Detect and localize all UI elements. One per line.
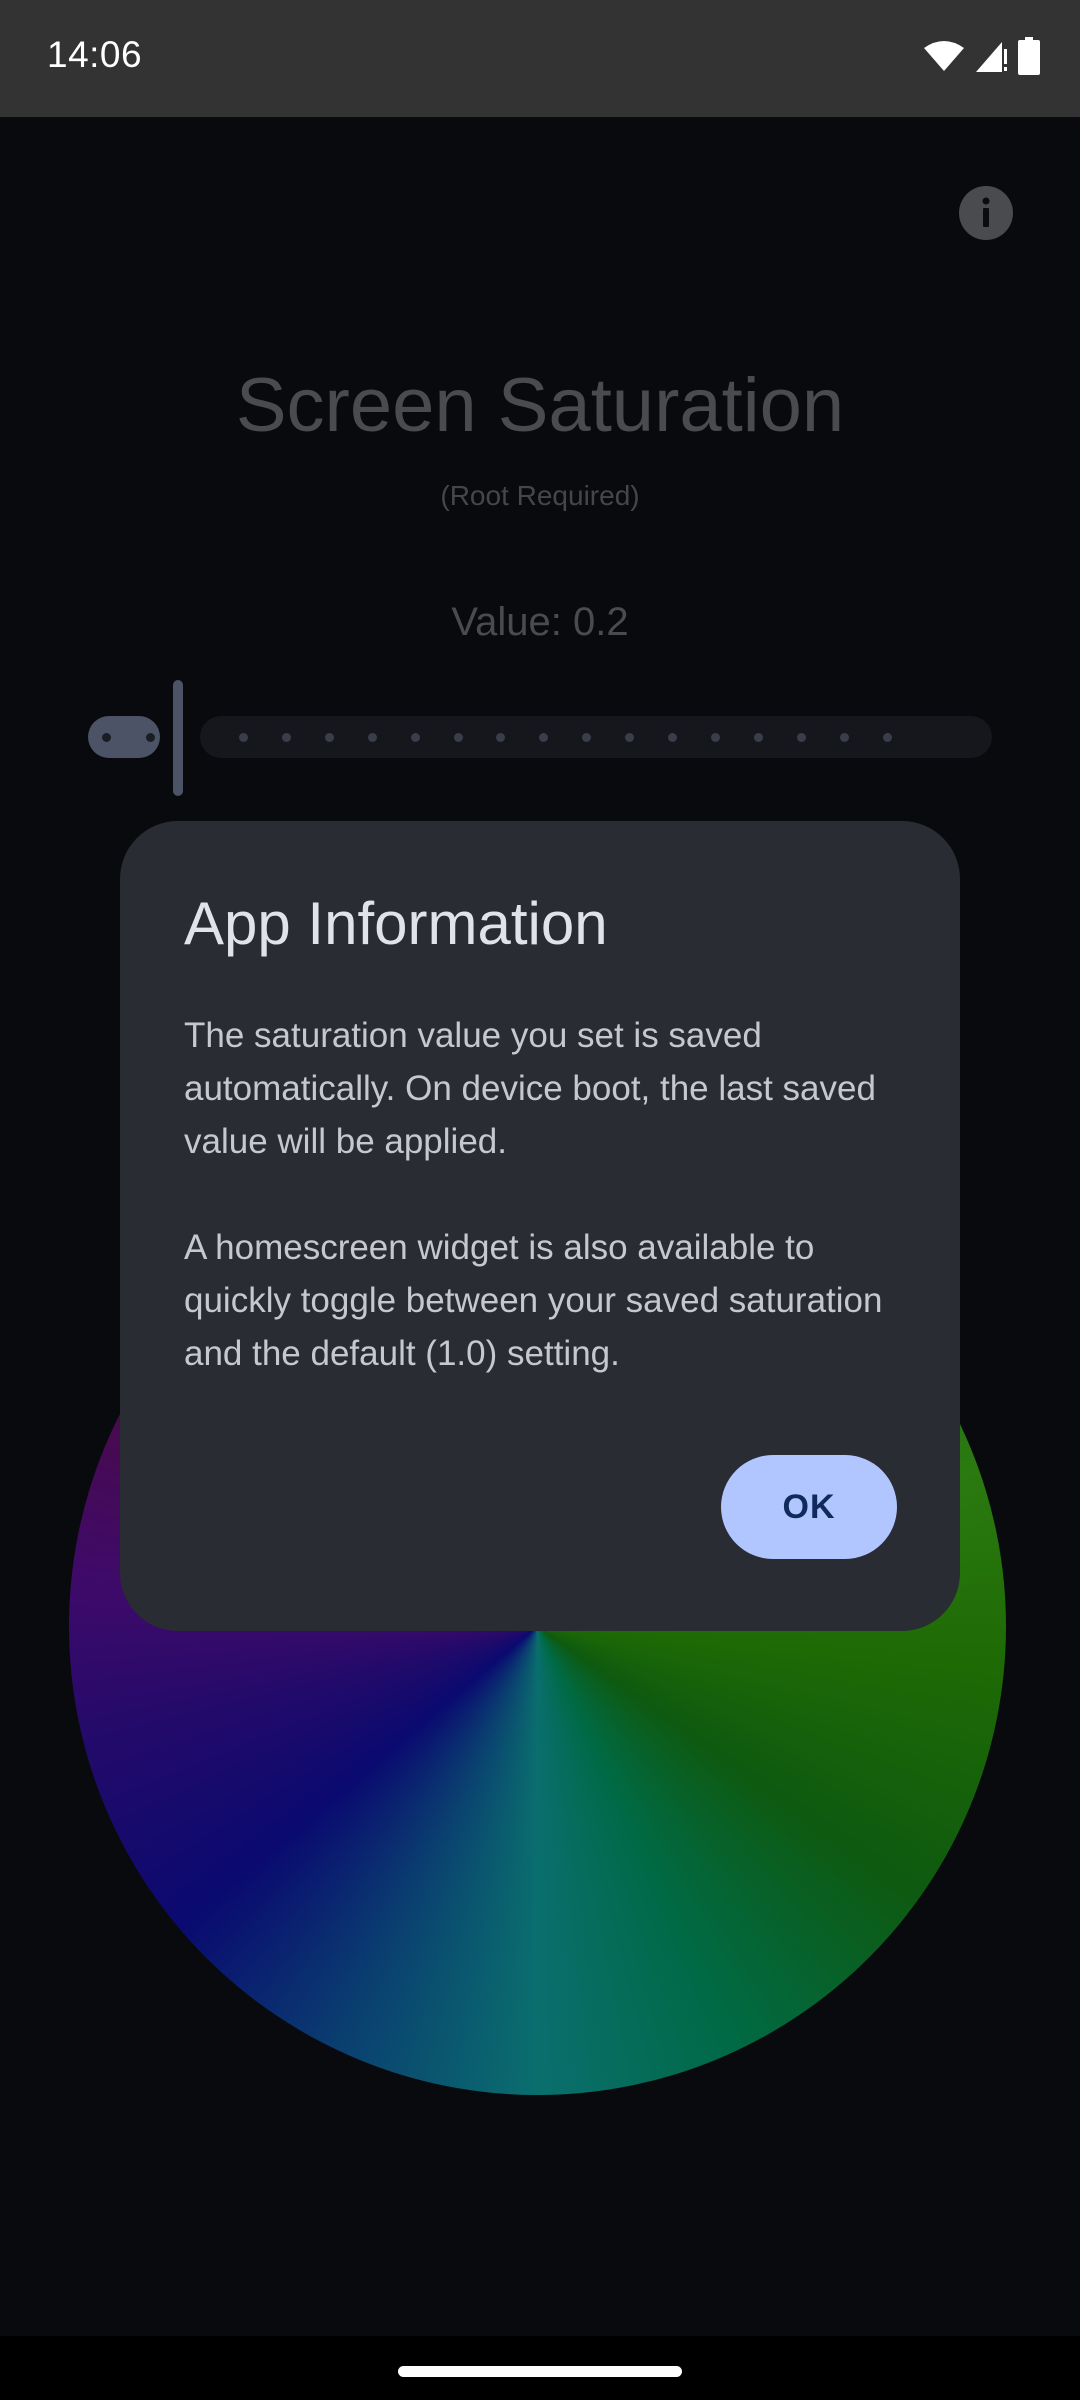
slider-tick [710, 733, 720, 742]
slider-tick [753, 733, 763, 742]
slider-active-tick [146, 733, 155, 742]
dialog-body: The saturation value you set is saved au… [184, 1009, 904, 1433]
slider-tick [796, 733, 806, 742]
slider-tick [539, 733, 549, 742]
ok-button[interactable]: OK [721, 1455, 897, 1559]
value-label: Value: 0.2 [451, 600, 629, 644]
saturation-slider[interactable] [88, 676, 992, 796]
root-required-note: (Root Required) [440, 480, 640, 511]
dialog-paragraph-autosave: The saturation value you set is saved au… [184, 1016, 876, 1161]
dialog-paragraph-widget: A homescreen widget is also available to… [184, 1228, 883, 1373]
slider-thumb[interactable] [173, 680, 183, 796]
slider-tick [324, 733, 334, 742]
info-icon [959, 186, 1013, 240]
slider-start-dot [102, 733, 111, 742]
cellular-signal-icon [974, 39, 1008, 73]
slider-tick [839, 733, 849, 742]
slider-tick [582, 733, 592, 742]
status-bar: 14:06 [0, 0, 1080, 117]
slider-tick [410, 733, 420, 742]
battery-icon [1018, 37, 1040, 75]
app-information-dialog: App Information The saturation value you… [120, 821, 960, 1631]
home-gesture-handle[interactable] [398, 2366, 682, 2377]
wifi-icon [924, 40, 964, 72]
slider-tick [453, 733, 463, 742]
page-title: Screen Saturation [235, 363, 845, 448]
slider-tick [367, 733, 377, 742]
navigation-bar [0, 2336, 1080, 2400]
slider-tick [281, 733, 291, 742]
slider-tick [625, 733, 635, 742]
slider-tick [882, 733, 892, 742]
slider-tick [239, 733, 248, 742]
slider-tick [668, 733, 677, 742]
slider-inactive-track [200, 716, 992, 758]
dialog-title: App Information [184, 890, 608, 957]
info-button[interactable] [959, 186, 1013, 240]
status-time: 14:06 [47, 34, 143, 75]
slider-active-track [88, 716, 160, 758]
slider-tick [496, 733, 506, 742]
status-icons [924, 36, 1040, 76]
